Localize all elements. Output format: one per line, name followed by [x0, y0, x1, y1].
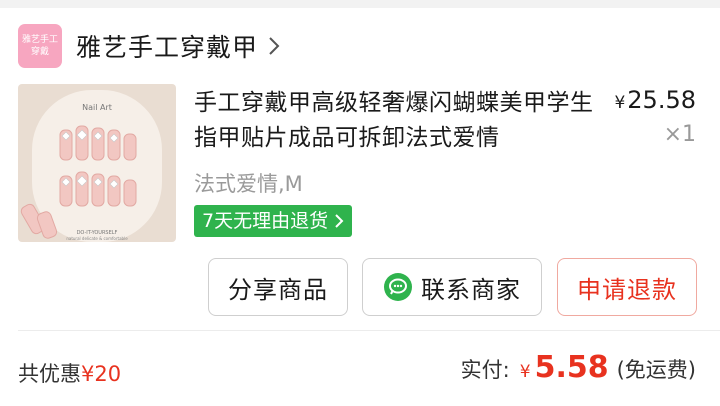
wechat-icon: [384, 273, 412, 301]
share-product-button[interactable]: 分享商品: [208, 258, 348, 316]
product-price: ¥25.58: [614, 86, 696, 114]
chevron-right-icon: [335, 214, 344, 228]
order-card: 雅艺手工 穿戴 雅艺手工穿戴甲 Nail Art DO-IT-YOURSELF …: [0, 8, 720, 406]
shop-logo: 雅艺手工 穿戴: [18, 24, 62, 68]
image-text-top: Nail Art: [82, 103, 112, 112]
product-variant: 法式爱情,M: [194, 172, 303, 196]
return-policy-badge[interactable]: 7天无理由退货: [194, 205, 353, 237]
discount-amount: ¥20: [81, 362, 122, 386]
shop-logo-line1: 雅艺手工: [21, 35, 58, 45]
contact-seller-button[interactable]: 联系商家: [362, 258, 542, 316]
product-title[interactable]: 手工穿戴甲高级轻奢爆闪蝴蝶美甲学生指甲贴片成品可拆卸法式爱情: [194, 86, 594, 156]
discount-label: 共优惠: [18, 362, 81, 386]
shop-header[interactable]: 雅艺手工 穿戴 雅艺手工穿戴甲: [18, 24, 282, 68]
discount-summary: 共优惠¥20: [18, 358, 121, 388]
chevron-right-icon[interactable]: [268, 34, 282, 58]
paid-label: 实付:: [460, 358, 510, 382]
shop-logo-line2: 穿戴: [30, 47, 49, 57]
price-value: 25.58: [627, 86, 696, 114]
paid-currency: ¥: [519, 362, 531, 382]
divider: [18, 330, 720, 331]
request-refund-button[interactable]: 申请退款: [557, 258, 697, 316]
contact-seller-label: 联系商家: [421, 275, 521, 304]
paid-amount: 5.58: [534, 350, 609, 385]
shop-name[interactable]: 雅艺手工穿戴甲: [76, 28, 258, 64]
shipping-note: (免运费): [616, 358, 696, 382]
product-quantity: ×1: [663, 122, 696, 147]
return-policy-text: 7天无理由退货: [202, 210, 329, 232]
paid-summary: 实付: ¥ 5.58 (免运费): [461, 350, 696, 385]
product-image[interactable]: Nail Art DO-IT-YOURSELF natural delicate…: [18, 84, 176, 242]
image-text-bottom2: natural delicate & comfortable: [66, 236, 128, 241]
price-currency: ¥: [614, 93, 626, 113]
